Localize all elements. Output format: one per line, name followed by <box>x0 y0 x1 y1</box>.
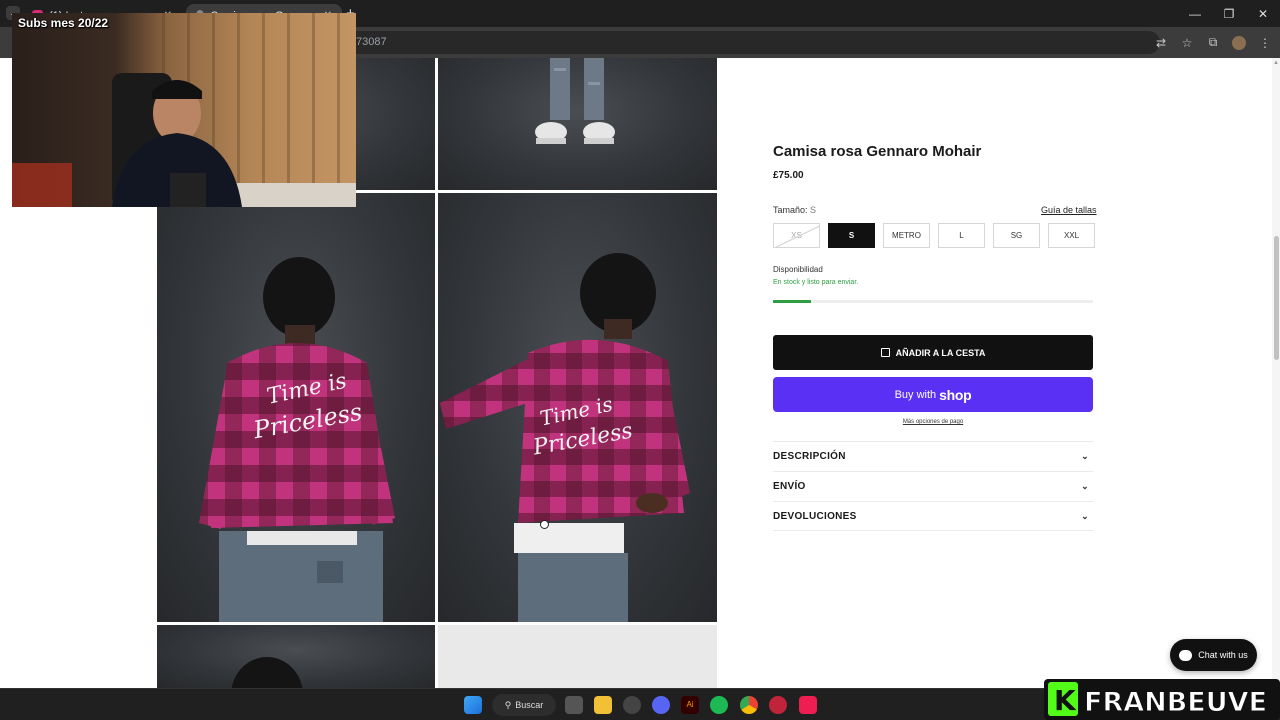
accordion-returns[interactable]: DEVOLUCIONES ⌄ <box>773 501 1093 531</box>
menu-icon[interactable]: ⋮ <box>1256 34 1274 52</box>
stock-level-fill <box>773 300 812 303</box>
tiktok-icon[interactable] <box>799 696 817 714</box>
stock-level-bar <box>773 300 1093 303</box>
product-title: Camisa rosa Gennaro Mohair <box>773 143 982 160</box>
size-label: Tamaño: S <box>773 205 816 215</box>
model-legs-illustration <box>535 58 615 144</box>
chevron-down-icon: ⌄ <box>1081 481 1089 491</box>
selected-size: S <box>810 205 817 215</box>
product-photo-bottom-left[interactable] <box>157 625 435 688</box>
page-scrollbar[interactable]: ▲ <box>1272 58 1280 688</box>
size-guide-link[interactable]: Guía de tallas <box>1041 205 1097 215</box>
scrollbar-thumb[interactable] <box>1274 236 1279 360</box>
product-photo-back-left[interactable]: Time is Priceless <box>157 193 435 622</box>
chat-bubble-icon <box>1179 649 1193 661</box>
discord-icon[interactable] <box>652 696 670 714</box>
window-controls: — ❐ ✕ <box>1178 0 1280 27</box>
size-option-sg[interactable]: SG <box>993 223 1040 248</box>
davinci-icon[interactable] <box>769 696 787 714</box>
size-options: XS S METRO L SG XXL <box>773 223 1095 248</box>
product-photo-back-right[interactable]: Time is Priceless <box>438 193 717 622</box>
product-photo-bottom-right[interactable] <box>438 625 717 688</box>
size-option-s[interactable]: S <box>828 223 875 248</box>
webcam-scene-illustration <box>12 13 356 207</box>
shopping-bag-icon <box>880 348 890 357</box>
svg-text:FRANBEUVE: FRANBEUVE <box>1084 687 1267 718</box>
franbeuve-wordmark: K FRANBEUVE <box>1044 679 1280 720</box>
shop-pay-button[interactable]: Buy with shop <box>773 377 1093 412</box>
availability-label: Disponibilidad <box>773 265 823 274</box>
illustrator-icon[interactable]: Ai <box>681 696 699 714</box>
streamer-webcam-overlay: Subs mes 20/22 <box>12 13 356 207</box>
url-text: 73087 <box>356 36 387 48</box>
franbeuve-logo: K FRANBEUVE <box>1044 677 1280 720</box>
size-option-xs[interactable]: XS <box>773 223 820 248</box>
shop-logo: shop <box>939 386 972 403</box>
size-option-l[interactable]: L <box>938 223 985 248</box>
windows-start-icon[interactable] <box>464 696 482 714</box>
spotify-icon[interactable] <box>710 696 728 714</box>
svg-text:K: K <box>1054 684 1077 717</box>
chevron-down-icon: ⌄ <box>1081 510 1089 521</box>
extensions-icon[interactable]: ⧉ <box>1204 34 1222 52</box>
search-label: Buscar <box>515 700 544 710</box>
model-head-illustration <box>231 657 303 688</box>
chevron-down-icon: ⌄ <box>1081 451 1089 461</box>
restore-icon[interactable]: ❐ <box>1212 0 1246 27</box>
star-icon[interactable]: ☆ <box>1178 34 1196 52</box>
size-option-metro[interactable]: METRO <box>883 223 930 248</box>
toolbar-icons: ⇄ ☆ ⧉ ⋮ <box>1152 31 1274 54</box>
add-to-cart-button[interactable]: AÑADIR A LA CESTA <box>773 335 1093 370</box>
accordion-label: ENVÍO <box>773 481 806 492</box>
taskbar-search-button[interactable]: ⚲ Buscar <box>492 694 556 716</box>
profile-avatar[interactable] <box>1230 34 1248 52</box>
more-payment-options-link[interactable]: Más opciones de pago <box>773 419 1093 425</box>
size-label-text: Tamaño: <box>773 205 808 215</box>
obs-icon[interactable] <box>623 696 641 714</box>
task-view-icon[interactable] <box>565 696 583 714</box>
chat-with-us-button[interactable]: Chat with us <box>1170 639 1257 671</box>
availability-status: En stock y listo para enviar. <box>773 279 859 286</box>
accordion-description[interactable]: DESCRIPCIÓN ⌄ <box>773 441 1093 471</box>
add-to-cart-label: AÑADIR A LA CESTA <box>895 347 986 358</box>
product-photo-top-right[interactable] <box>438 58 717 190</box>
close-window-icon[interactable]: ✕ <box>1246 0 1280 27</box>
model-back-illustration: Time is Priceless <box>199 257 395 622</box>
accordion-shipping[interactable]: ENVÍO ⌄ <box>773 471 1093 501</box>
file-explorer-icon[interactable] <box>594 696 612 714</box>
translate-icon[interactable]: ⇄ <box>1152 34 1170 52</box>
chrome-icon[interactable] <box>740 696 758 714</box>
model-turning-illustration: Time is Priceless <box>440 253 690 622</box>
scroll-up-arrow-icon[interactable]: ▲ <box>1273 60 1279 66</box>
accordion-label: DEVOLUCIONES <box>773 510 857 522</box>
subs-counter-text: Subs mes 20/22 <box>18 16 109 30</box>
zoom-cursor-icon <box>540 520 549 529</box>
chat-label: Chat with us <box>1198 650 1248 660</box>
minimize-icon[interactable]: — <box>1178 0 1212 27</box>
buy-with-label: Buy with <box>894 388 937 401</box>
product-accordion: DESCRIPCIÓN ⌄ ENVÍO ⌄ DEVOLUCIONES ⌄ <box>773 441 1093 531</box>
accordion-label: DESCRIPCIÓN <box>773 451 846 462</box>
search-icon: ⚲ <box>504 699 512 710</box>
size-option-xxl[interactable]: XXL <box>1048 223 1095 248</box>
product-price: £75.00 <box>773 170 804 181</box>
